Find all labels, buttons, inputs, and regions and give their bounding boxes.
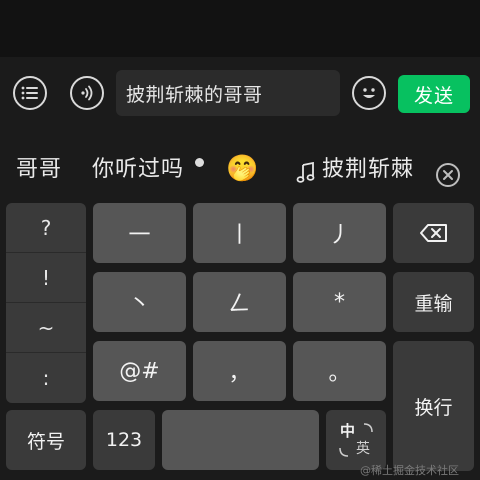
wildcard-key[interactable]: * (293, 272, 386, 332)
music-note-icon (296, 162, 315, 183)
status-area (0, 0, 480, 57)
watermark: @稀土掘金技术社区 (360, 464, 459, 477)
menu-list-button[interactable] (13, 76, 47, 110)
language-switch-button[interactable]: 中 英 (326, 410, 386, 470)
period-key[interactable]: 。 (293, 341, 386, 401)
numbers-button[interactable]: 123 (93, 410, 155, 470)
backspace-icon (419, 224, 447, 242)
symbol-key[interactable]: ! (6, 253, 86, 303)
symbol-key[interactable]: : (6, 353, 86, 403)
space-bar[interactable] (162, 410, 319, 470)
lang-switch-icon: 中 英 (334, 418, 378, 462)
voice-input-button[interactable] (70, 76, 104, 110)
smiley-icon (363, 88, 375, 98)
stroke-key-dian[interactable]: 丶 (93, 272, 186, 332)
voice-icon (81, 85, 93, 101)
close-icon (443, 170, 453, 180)
stroke-key-heng[interactable]: 一 (93, 203, 186, 263)
candidate-word[interactable]: 你听过吗 (92, 155, 184, 185)
stroke-key-zhe[interactable]: 𠃋 (193, 272, 286, 332)
symbol-key[interactable]: ~ (6, 303, 86, 353)
symbol-list[interactable]: ? ! ~ : (6, 203, 86, 403)
candidate-emoji[interactable]: 🤭 (226, 154, 259, 184)
symbol-key[interactable]: ? (6, 203, 86, 253)
candidate-word[interactable]: 哥哥 (16, 155, 62, 185)
stroke-key-pie[interactable]: 丿 (293, 203, 386, 263)
emoji-button[interactable] (352, 76, 386, 110)
symbols-button[interactable]: 符号 (6, 410, 86, 470)
message-input[interactable]: 披荆斩棘的哥哥 (116, 70, 340, 116)
comma-key[interactable]: ， (193, 341, 286, 401)
list-icon (21, 86, 38, 100)
send-button[interactable]: 发送 (398, 75, 470, 113)
close-candidates-button[interactable] (436, 163, 460, 187)
enter-button[interactable]: 换行 (393, 341, 474, 471)
candidate-word[interactable]: 披荆斩棘 (322, 155, 418, 185)
stroke-key-shu[interactable]: 丨 (193, 203, 286, 263)
retype-button[interactable]: 重输 (393, 272, 474, 332)
prediction-badge-icon (195, 158, 204, 167)
backspace-button[interactable] (393, 203, 474, 263)
at-hash-key[interactable]: @# (93, 341, 186, 401)
